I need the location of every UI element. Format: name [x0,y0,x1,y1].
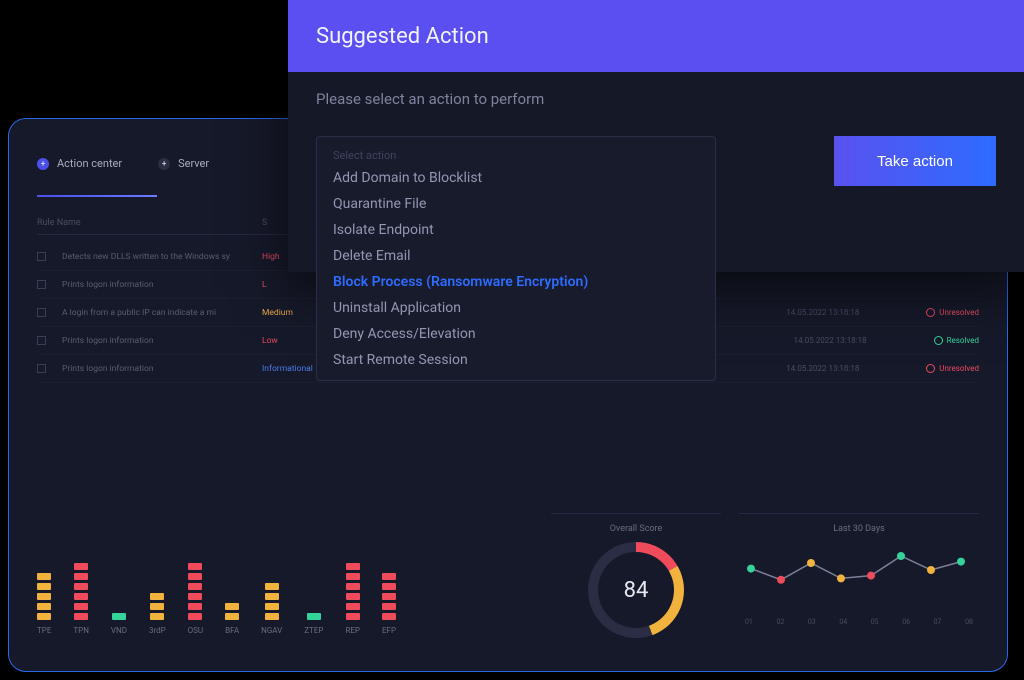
trend-title: Last 30 Days [739,524,979,534]
modal-header: Suggested Action [288,0,1024,72]
action-select[interactable]: Select action Add Domain to Blocklist Qua… [316,136,716,381]
bar-vnd: VND [111,548,127,635]
take-action-button[interactable]: Take action [834,136,996,186]
option-list: Add Domain to Blocklist Quarantine File Is… [317,170,715,380]
rule-name: Prints logon information [62,280,262,290]
option-deny-access-elevation[interactable]: Deny Access/Elevation [333,326,699,342]
tab-label: Action center [57,157,122,170]
option-delete-email[interactable]: Delete Email [333,248,699,264]
tab-underline [37,195,157,197]
rule-name: Prints logon information [62,364,262,374]
bar-widget: TPE TPN VND 3rdP OSU BFA NGAV ZTEP REP EFP [37,513,533,653]
button-label: Take action [877,153,953,170]
select-label: Select action [317,137,715,170]
checkbox[interactable] [37,364,46,373]
option-quarantine-file[interactable]: Quarantine File [333,196,699,212]
rule-name: A login from a public IP can indicate a … [62,308,262,318]
rule-name: Detects new DLLS written to the Windows … [62,252,262,262]
modal-body: Please select an action to perform Selec… [288,72,1024,399]
score-widget: Overall Score 84 [551,513,721,653]
bar-ztep: ZTEP [304,548,323,635]
suggested-action-modal: Suggested Action Please select an action… [288,0,1024,272]
modal-title: Suggested Action [316,24,489,49]
trend-widget: Last 30 Days 0102030405060708 [739,513,979,653]
option-isolate-endpoint[interactable]: Isolate Endpoint [333,222,699,238]
bar-bfa: BFA [225,548,239,635]
bar-tpe: TPE [37,548,51,635]
col-rule-name: Rule Name [37,218,262,228]
sparkline-icon [739,534,979,614]
tab-server[interactable]: + Server [158,157,209,170]
bar-ngav: NGAV [261,548,282,635]
score-title: Overall Score [551,524,721,534]
tab-action-center[interactable]: + Action center [37,157,122,170]
gauge-icon: 84 [588,542,684,638]
bar-3rdp: 3rdP [149,548,166,635]
checkbox[interactable] [37,336,46,345]
checkbox[interactable] [37,280,46,289]
tab-label: Server [178,157,209,170]
checkbox[interactable] [37,252,46,261]
bar-rep: REP [345,548,360,635]
bar-osu: OSU [188,548,203,635]
bar-tpn: TPN [73,548,89,635]
option-add-domain-to-blocklist[interactable]: Add Domain to Blocklist [333,170,699,186]
col-severity: S [262,218,267,228]
option-start-remote-session[interactable]: Start Remote Session [333,352,699,368]
widgets-row: TPE TPN VND 3rdP OSU BFA NGAV ZTEP REP EFP Overal… [37,513,979,653]
checkbox[interactable] [37,308,46,317]
bar-efp: EFP [382,548,396,635]
option-uninstall-application[interactable]: Uninstall Application [333,300,699,316]
spark-axis: 0102030405060708 [739,618,979,626]
option-block-process-ransomware-encryption-[interactable]: Block Process (Ransomware Encryption) [333,274,699,290]
score-value: 84 [588,542,684,638]
plus-icon: + [158,158,170,170]
rule-name: Prints logon information [62,336,262,346]
modal-prompt: Please select an action to perform [316,90,996,108]
plus-icon: + [37,158,49,170]
